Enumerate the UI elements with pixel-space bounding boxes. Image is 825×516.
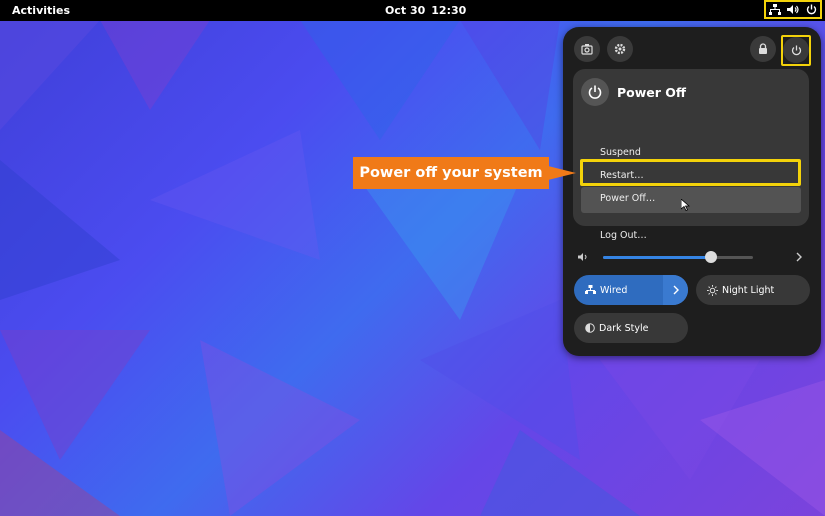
annotation-callout: Power off your system — [353, 157, 549, 189]
screenshot-icon — [581, 44, 593, 55]
settings-icon — [614, 43, 626, 55]
volume-icon — [787, 5, 800, 14]
mouse-cursor-icon — [681, 199, 690, 211]
wired-label: Wired — [600, 284, 628, 296]
volume-slider-knob[interactable] — [705, 251, 717, 263]
annotation-arrow — [548, 166, 576, 180]
menu-item-suspend[interactable]: Suspend — [600, 147, 641, 158]
clock-time: 12:30 — [431, 4, 467, 17]
activities-button[interactable]: Activities — [12, 4, 70, 17]
menu-item-power-off[interactable]: Power Off… — [581, 187, 801, 213]
screenshot-button[interactable] — [574, 36, 600, 62]
volume-slider-fill — [603, 256, 711, 259]
lock-icon — [759, 43, 767, 54]
power-off-menu-title: Power Off — [617, 84, 687, 100]
chevron-right-icon[interactable] — [795, 252, 803, 262]
dark-style-icon — [585, 323, 595, 333]
volume-slider[interactable] — [603, 251, 753, 263]
night-light-label: Night Light — [722, 284, 775, 296]
system-tray[interactable] — [764, 0, 822, 19]
power-icon — [588, 85, 602, 99]
lock-button[interactable] — [750, 36, 776, 62]
power-button-highlight — [781, 35, 811, 66]
clock[interactable]: Oct 30 12:30 — [385, 4, 472, 17]
sun-icon — [707, 284, 718, 296]
clock-date: Oct 30 — [385, 4, 426, 17]
power-off-menu: Power Off Suspend Restart… Power Off… Lo… — [573, 69, 809, 241]
power-off-menu-header: Power Off — [581, 77, 686, 107]
dark-style-label: Dark Style — [599, 322, 649, 334]
menu-item-log-out[interactable]: Log Out… — [600, 230, 647, 241]
power-off-highlight-box — [580, 159, 801, 186]
wired-toggle[interactable]: Wired — [574, 275, 688, 305]
dark-style-toggle[interactable]: Dark Style — [574, 313, 688, 343]
menu-item-power-off-label: Power Off… — [600, 193, 656, 204]
chevron-right-icon — [673, 285, 679, 295]
power-icon — [806, 4, 816, 15]
network-wired-icon — [769, 4, 782, 15]
quick-settings-panel: Power Off Suspend Restart… Power Off… Lo… — [563, 27, 821, 356]
settings-button[interactable] — [607, 36, 633, 62]
volume-slider-row — [563, 249, 821, 265]
network-wired-icon — [585, 285, 596, 294]
night-light-toggle[interactable]: Night Light — [696, 275, 810, 305]
wired-menu-button[interactable] — [663, 275, 688, 305]
top-bar: Activities Oct 30 12:30 — [0, 0, 825, 21]
power-off-menu-icon-circle — [581, 78, 609, 106]
volume-icon — [578, 253, 587, 261]
